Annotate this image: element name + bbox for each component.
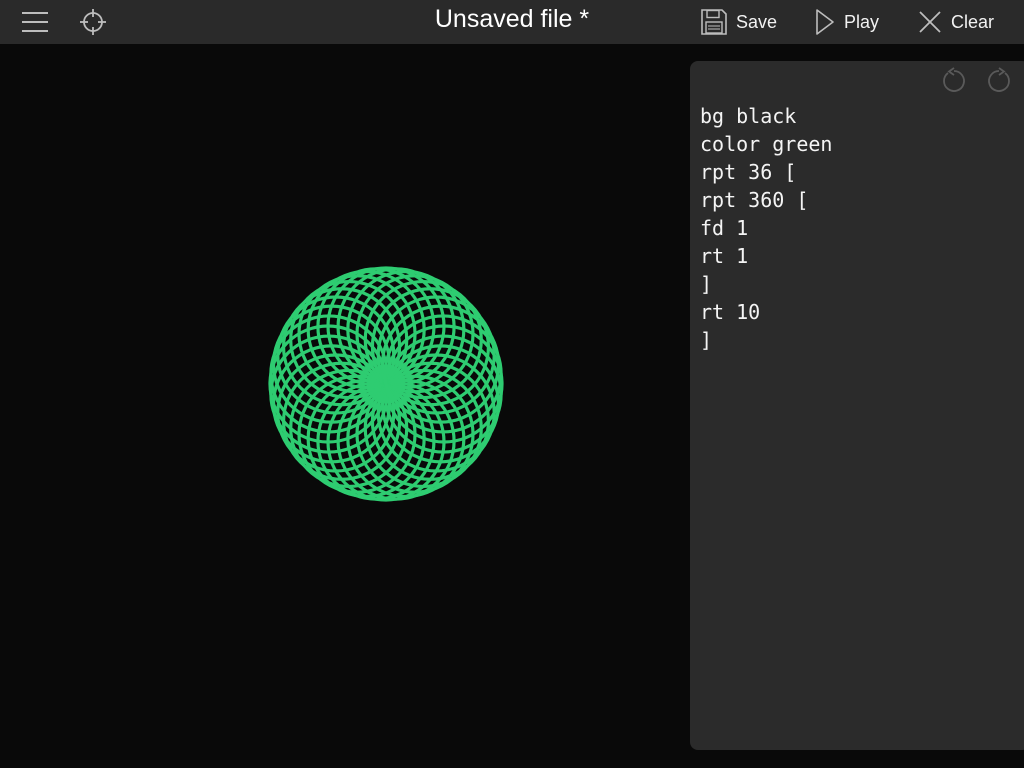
play-triangle-icon xyxy=(814,8,836,36)
code-panel: bg black color green rpt 36 [ rpt 360 [ … xyxy=(690,61,1024,750)
clear-label: Clear xyxy=(951,11,995,32)
undo-icon[interactable] xyxy=(940,67,968,95)
crosshair-icon[interactable] xyxy=(78,7,108,37)
save-button[interactable]: Save xyxy=(700,6,777,38)
top-toolbar: Unsaved file * Save Play Clear xyxy=(0,0,1024,44)
save-label: Save xyxy=(736,11,778,32)
clear-button[interactable]: Clear xyxy=(917,6,994,38)
code-editor[interactable]: bg black color green rpt 36 [ rpt 360 [ … xyxy=(700,102,1020,722)
x-close-icon xyxy=(917,9,943,35)
app-window: Unsaved file * Save Play Clear bg black … xyxy=(0,0,1024,768)
floppy-disk-icon xyxy=(700,8,728,36)
play-label: Play xyxy=(844,11,880,32)
redo-icon[interactable] xyxy=(985,67,1013,95)
play-button[interactable]: Play xyxy=(814,6,879,38)
hamburger-menu-icon[interactable] xyxy=(18,7,52,37)
spirograph-drawing xyxy=(268,266,504,502)
